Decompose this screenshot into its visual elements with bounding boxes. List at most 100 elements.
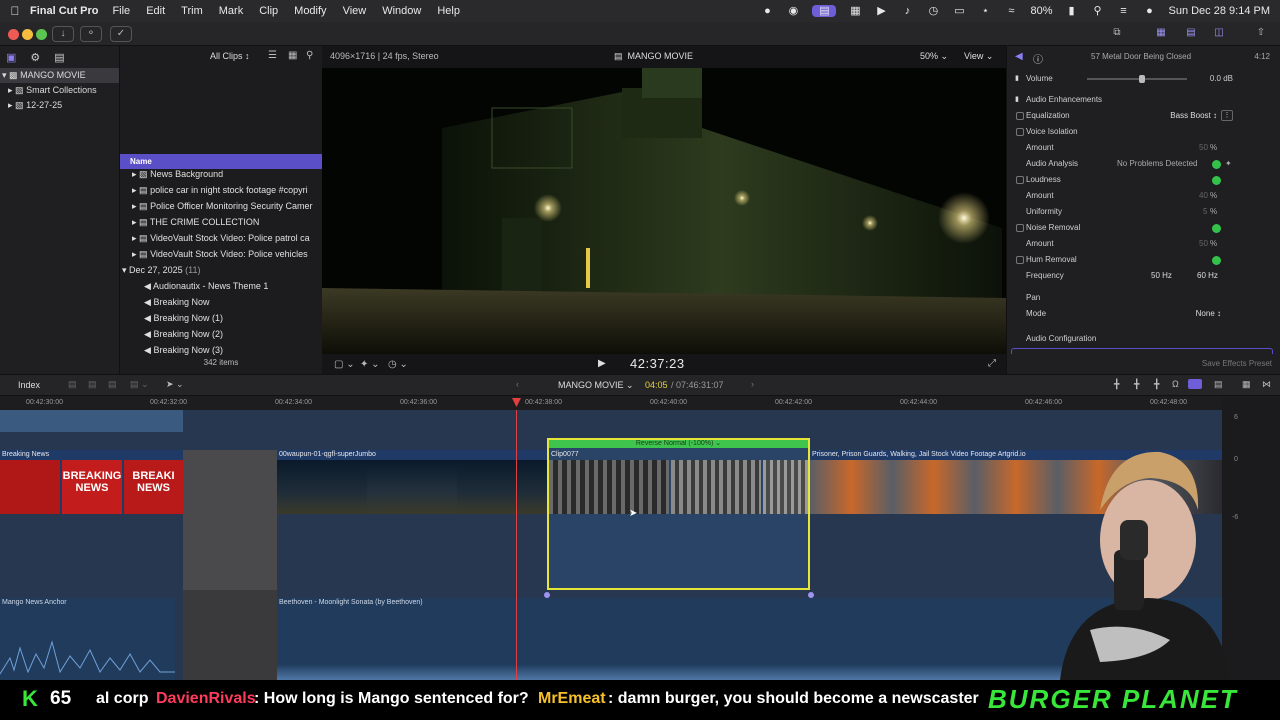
list-item[interactable]: ◀ Audionautix - News Theme 1	[120, 278, 322, 294]
amount-value[interactable]: 50	[1199, 236, 1208, 252]
project-dropdown[interactable]: MANGO MOVIE ⌄	[558, 380, 634, 391]
share-layout-icon[interactable]: ⧉	[1106, 26, 1128, 42]
retime-bar[interactable]: Reverse Normal (-100%) ⌄	[549, 440, 808, 448]
eq-dropdown[interactable]: Bass Boost ↕	[1170, 108, 1217, 124]
viewer-timecode[interactable]: 42:37:23	[630, 356, 685, 371]
timeline-tracks[interactable]: Breaking News BREAKING NEWS BREAKI NEWS …	[0, 410, 1222, 680]
headphones-icon[interactable]: Ω	[1172, 379, 1179, 389]
date-group-row[interactable]: ▾ Dec 27, 2025 (11)	[120, 262, 322, 278]
grid-icon[interactable]: ▦	[848, 5, 862, 17]
list-item[interactable]: ▸ ▤ police car in night stock footage #c…	[120, 182, 322, 198]
eq-graph-icon[interactable]: ⋮	[1221, 110, 1233, 121]
disclosure-closed-icon[interactable]: ▸	[8, 85, 13, 95]
disclosure-open-icon[interactable]: ▾	[122, 265, 127, 275]
blade-icon[interactable]: ╋	[1134, 379, 1139, 390]
minimize-window-button[interactable]	[22, 29, 33, 40]
show-browser-icon[interactable]: ▦	[1150, 26, 1172, 42]
import-icon[interactable]: ↓	[52, 26, 74, 42]
audio-inspector-icon[interactable]: ◀	[1015, 51, 1023, 62]
battery-icon[interactable]: ▮	[1064, 5, 1078, 17]
skimming-icon[interactable]: ╋	[1154, 379, 1159, 390]
titles-icon[interactable]: ▤	[54, 51, 64, 64]
hum-removal-checkbox[interactable]	[1016, 256, 1024, 264]
uniformity-value[interactable]: 5	[1203, 204, 1207, 220]
record-icon[interactable]: ●	[760, 5, 774, 17]
list-view-icon[interactable]: ☰	[268, 50, 277, 61]
search-icon[interactable]: ⚲	[306, 50, 313, 61]
menu-trim[interactable]: Trim	[181, 5, 203, 17]
audio-config-selection[interactable]	[1011, 348, 1273, 354]
list-item[interactable]: ◀ Breaking Now (1)	[120, 310, 322, 326]
video-clip-jumbo[interactable]: 00waupun-01-qgfl-superJumbo	[277, 450, 547, 514]
volume-slider-knob[interactable]	[1139, 75, 1145, 83]
menu-modify[interactable]: Modify	[294, 5, 326, 17]
view-dropdown[interactable]: View ⌄	[964, 51, 993, 62]
disclosure-closed-icon[interactable]: ▸	[132, 249, 137, 259]
media-library-icon[interactable]: ▣	[6, 51, 16, 64]
snapping-icon[interactable]	[1188, 379, 1202, 389]
gap-clip[interactable]	[183, 450, 277, 590]
keyframe-handle[interactable]	[544, 592, 550, 598]
freq-50-option[interactable]: 50 Hz	[1151, 268, 1172, 284]
mode-dropdown[interactable]: None ↕	[1196, 306, 1221, 322]
loudness-checkbox[interactable]	[1016, 176, 1024, 184]
disclosure-closed-icon[interactable]: ▸	[132, 201, 137, 211]
search-icon[interactable]: ⚲	[1090, 5, 1104, 17]
forward-arrow-icon[interactable]: ›	[751, 379, 754, 389]
filmstrip-view-icon[interactable]: ▦	[288, 50, 297, 61]
volume-icon[interactable]: ♪	[900, 5, 914, 17]
transform-icon[interactable]: ▢ ⌄	[334, 359, 355, 370]
zoom-window-button[interactable]	[36, 29, 47, 40]
overwrite-clip-icon[interactable]: ▤ ⌄	[130, 379, 149, 390]
list-item[interactable]: ▸ ▤ VideoVault Stock Video: Police patro…	[120, 230, 322, 246]
volume-slider[interactable]	[1087, 75, 1187, 83]
connect-clip-icon[interactable]: ▤	[68, 379, 77, 390]
list-item[interactable]: ◀ Breaking Now (2)	[120, 326, 322, 342]
keywords-icon[interactable]: ⚬	[80, 26, 102, 42]
info-inspector-icon[interactable]: ⓘ	[1033, 51, 1043, 66]
menu-mark[interactable]: Mark	[219, 5, 243, 17]
library-row[interactable]: ▾ ▩ MANGO MOVIE	[0, 68, 119, 83]
photos-icon[interactable]: ⚙	[30, 51, 40, 64]
disclosure-closed-icon[interactable]: ▸	[132, 185, 137, 195]
menu-window[interactable]: Window	[382, 5, 421, 17]
disclosure-closed-icon[interactable]: ▸	[132, 217, 137, 227]
timeline-ruler[interactable]: 00:42:30:00 00:42:32:00 00:42:34:00 00:4…	[0, 396, 1222, 410]
background-tasks-icon[interactable]: ✓	[110, 26, 132, 42]
disclosure-closed-icon[interactable]: ▸	[132, 169, 137, 179]
list-item[interactable]: ▸ ▤ THE CRIME COLLECTION	[120, 214, 322, 230]
transitions-browser-icon[interactable]: ⋈	[1262, 379, 1271, 390]
apple-icon[interactable]: 	[0, 4, 30, 18]
playhead[interactable]	[516, 410, 517, 680]
play-button[interactable]: ▶	[598, 358, 606, 369]
list-item[interactable]: ▸ ▤ VideoVault Stock Video: Police vehic…	[120, 246, 322, 262]
sidebar-item-event[interactable]: ▸ ▧ 12-27-25	[0, 98, 119, 113]
noise-removal-checkbox[interactable]	[1016, 224, 1024, 232]
menu-help[interactable]: Help	[437, 5, 460, 17]
wifi-icon[interactable]: ≈	[1004, 5, 1018, 17]
disclosure-open-icon[interactable]: ▾	[2, 70, 7, 80]
list-item[interactable]: ◀ Breaking Now (3)	[120, 342, 322, 358]
control-center-icon[interactable]: ≡	[1116, 5, 1130, 17]
list-item[interactable]: ▸ ▧ News Background	[120, 166, 322, 182]
voice-isolation-checkbox[interactable]	[1016, 128, 1024, 136]
insert-clip-icon[interactable]: ▤	[88, 379, 97, 390]
share-icon[interactable]: ⇧	[1250, 26, 1272, 42]
sidebar-item-smart-collections[interactable]: ▸ ▧ Smart Collections	[0, 83, 119, 98]
amount-value[interactable]: 50	[1199, 140, 1208, 156]
video-frame[interactable]	[322, 68, 1006, 354]
disclosure-closed-icon[interactable]: ▸	[132, 233, 137, 243]
audio-enhancements-header[interactable]: ▮ Audio Enhancements	[1007, 92, 1280, 108]
trim-icon[interactable]: ╋	[1114, 379, 1119, 390]
screen-share-icon[interactable]: ▤	[812, 5, 837, 17]
freq-60-option[interactable]: 60 Hz	[1197, 268, 1218, 284]
magic-wand-icon[interactable]: ✦	[1225, 156, 1232, 172]
list-item[interactable]: ▸ ▤ Police Officer Monitoring Security C…	[120, 198, 322, 214]
speed-icon[interactable]: ◷ ⌄	[388, 359, 408, 370]
show-timeline-icon[interactable]: ▤	[1180, 26, 1202, 42]
select-tool-icon[interactable]: ➤ ⌄	[166, 379, 184, 390]
menu-view[interactable]: View	[343, 5, 367, 17]
append-clip-icon[interactable]: ▤	[108, 379, 117, 390]
amount-value[interactable]: 40	[1199, 188, 1208, 204]
list-item[interactable]: ◀ Breaking Now	[120, 294, 322, 310]
